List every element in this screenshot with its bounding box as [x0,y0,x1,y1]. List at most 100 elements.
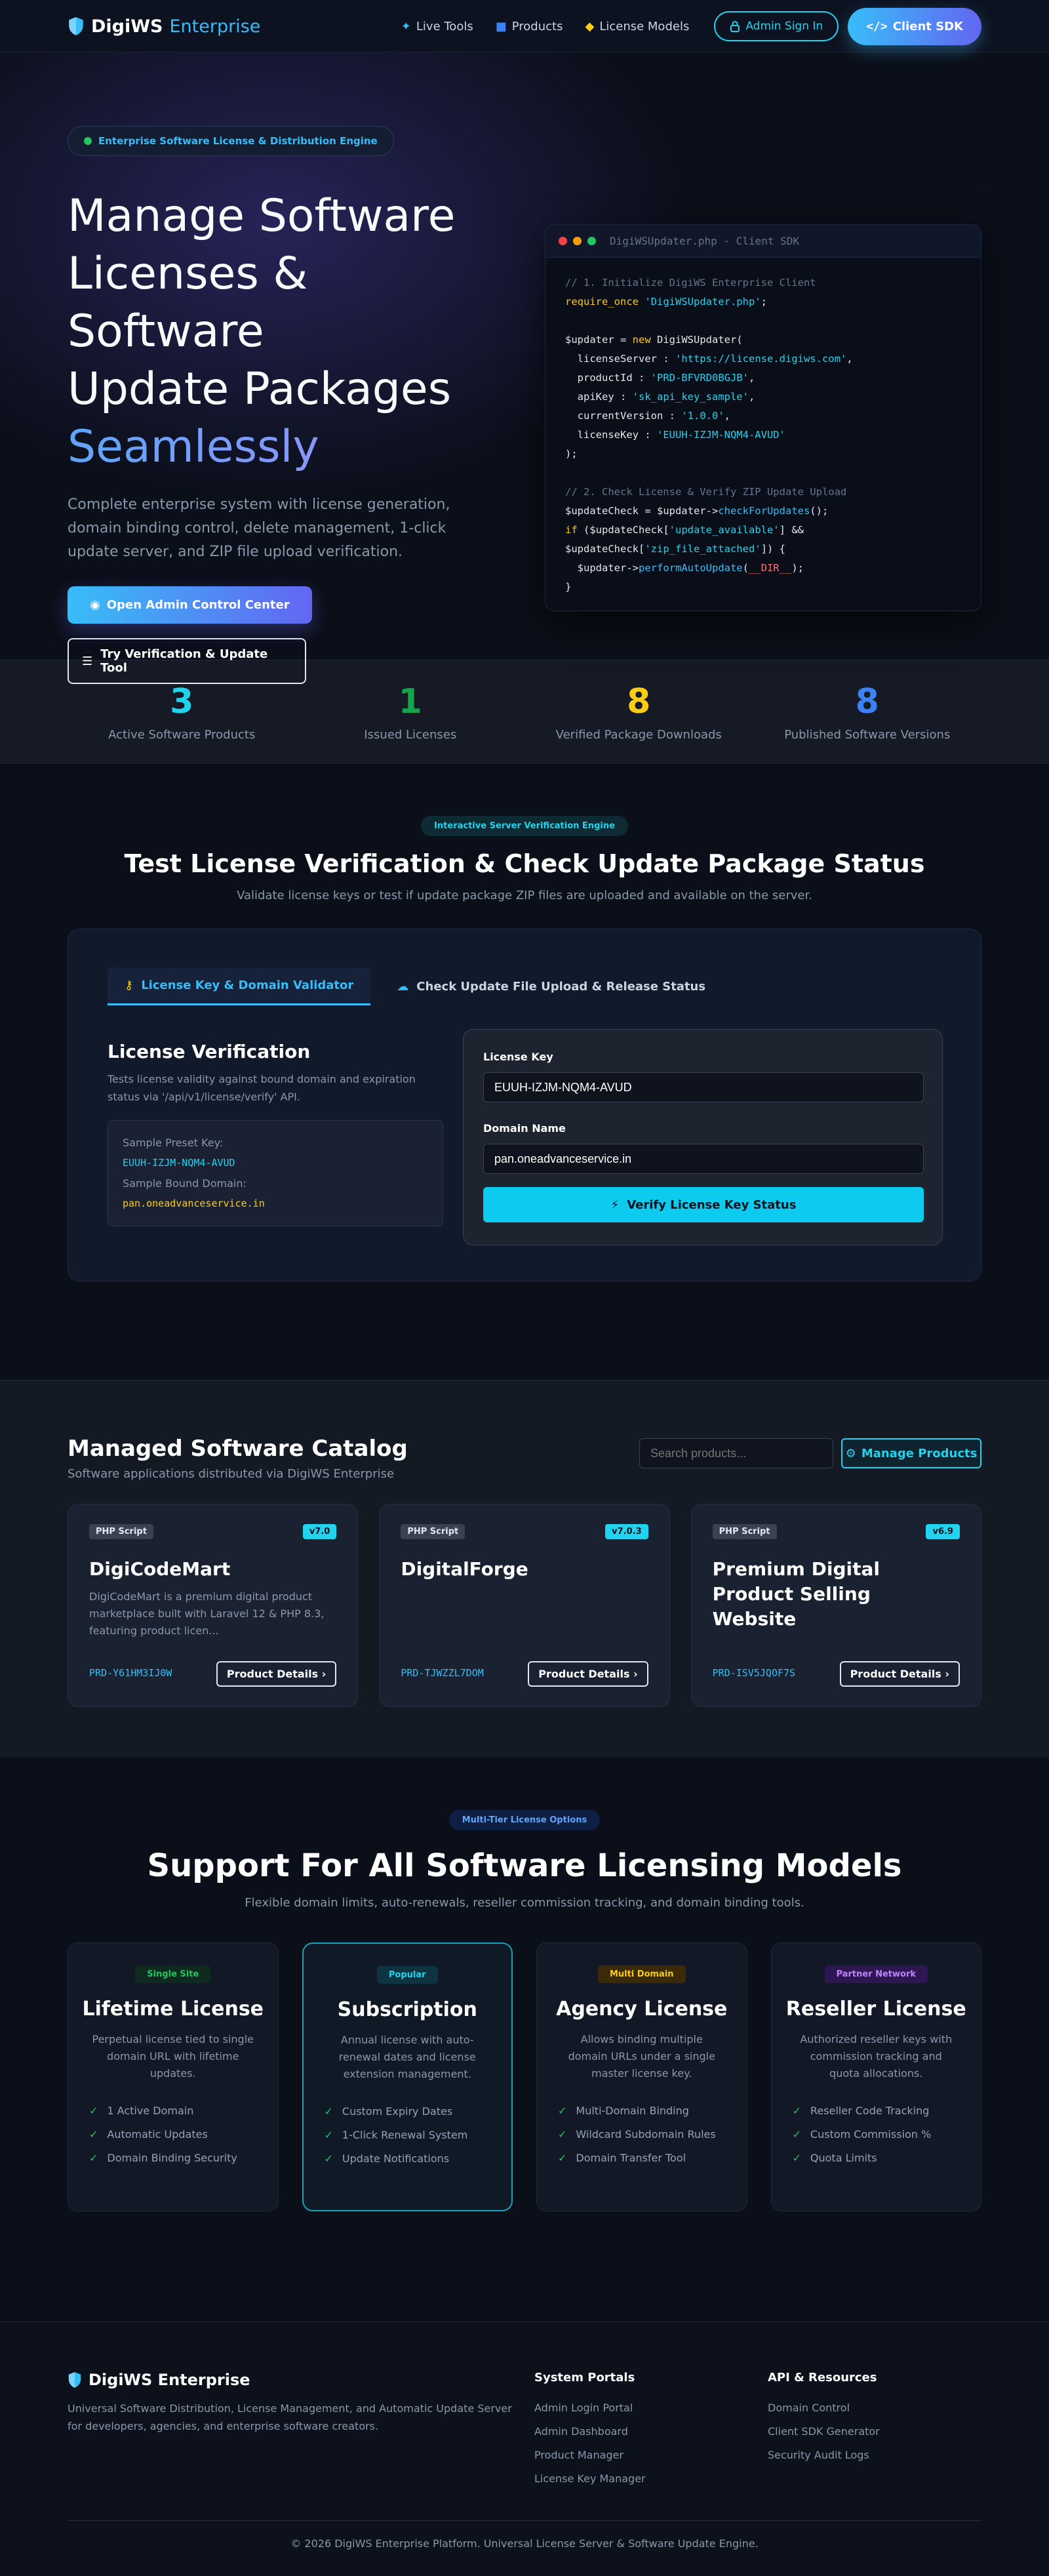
license-key-input[interactable] [483,1072,924,1102]
bolt-icon: ⚡ [610,1197,620,1212]
brand-suffix: Enterprise [169,16,261,37]
code-string: 'DigiWSUpdater.php' [644,296,761,308]
stat-label: Verified Package Downloads [555,727,722,742]
preset-key-value: EUUH-IZJM-NQM4-AVUD [123,1157,235,1169]
code-var: $updater [565,334,614,346]
check-icon: ✓ [89,2104,98,2117]
code-snippet-window: DigiWSUpdater.php - Client SDK // 1. Ini… [545,224,981,611]
nav-link-license-models[interactable]: ◆ License Models [578,14,696,39]
nav-link-products[interactable]: ■ Products [489,14,570,39]
product-details-button[interactable]: Product Details › [216,1661,337,1687]
lock-icon [730,21,740,32]
verify-license-button[interactable]: ⚡ Verify License Key Status [483,1187,924,1222]
plan-feature: ✓ Quota Limits [793,2146,981,2170]
product-id: PRD-Y61HM3IJ0W [89,1667,172,1679]
footer-copyright: © 2026 DigiWS Enterprise Platform. Unive… [290,2537,759,2550]
product-id: PRD-ISV5JQOF7S [712,1667,796,1679]
plan-name: Reseller License [785,1998,966,2021]
check-icon: ✓ [324,2105,333,2118]
brand-logo[interactable]: DigiWS Enterprise [68,16,260,37]
chevron-right-icon: › [633,1668,638,1680]
gear-icon: ⚙ [845,1446,856,1460]
plan-feature: ✓ Update Notifications [325,2147,512,2171]
code-keyword: require_once [565,296,639,308]
stat-label: Active Software Products [108,727,256,742]
stats-bar: 3 Active Software Products 1 Issued Lice… [0,660,1049,763]
plan-name: Lifetime License [82,1998,264,2021]
tab-label: Check Update File Upload & Release Statu… [416,979,706,994]
catalog-subtitle: Software applications distributed via Di… [68,1467,395,1481]
manage-products-button[interactable]: ⚙ Manage Products [841,1438,981,1468]
product-type-badge: PHP Script [89,1524,153,1539]
code-string: 'https://license.digiws.com' [675,353,847,365]
admin-sign-in-button[interactable]: Admin Sign In [714,11,839,41]
plan-badge: Partner Network [824,1965,928,1983]
footer: DigiWS Enterprise Universal Software Dis… [0,2322,1049,2576]
window-close-dot-icon [559,237,567,245]
cloud-upload-icon: ☁ [397,979,409,994]
preset-key-label: Sample Preset Key: [123,1137,224,1149]
plan-feature: ✓ Domain Transfer Tool [558,2146,747,2170]
product-description: DigiCodeMart is a premium digital produc… [89,1590,325,1637]
plan-description: Perpetual license tied to single domain … [92,2033,254,2080]
plan-card-subscription: Popular Subscription Annual license with… [302,1942,513,2211]
product-search-input[interactable] [639,1438,833,1468]
product-details-button[interactable]: Product Details › [839,1661,960,1687]
stat-active-products: 3 Active Software Products [68,660,296,764]
plan-description: Annual license with auto-renewal dates a… [338,2034,476,2080]
footer-divider [68,2520,981,2521]
verification-description: Tests license validity against bound dom… [108,1073,416,1103]
footer-link[interactable]: Admin Login Portal [534,2396,646,2420]
footer-link[interactable]: Product Manager [534,2444,646,2467]
plan-card-lifetime: Single Site Lifetime License Perpetual l… [68,1942,279,2211]
stat-published-versions: 8 Published Software Versions [753,660,982,764]
product-card: PHP Script v6.9 Premium Digital Product … [690,1504,981,1707]
plan-feature-label: 1 Active Domain [107,2104,194,2117]
domain-name-input[interactable] [483,1144,924,1174]
check-icon: ✓ [89,2152,98,2164]
product-details-button[interactable]: Product Details › [528,1661,648,1687]
plan-card-agency: Multi Domain Agency License Allows bindi… [536,1942,747,2211]
window-maximize-dot-icon [587,237,596,245]
tab-update-status[interactable]: ☁ Check Update File Upload & Release Sta… [380,967,722,1005]
tab-license-validator[interactable]: ⚷ License Key & Domain Validator [108,967,371,1005]
section-pill: Multi-Tier License Options [448,1810,601,1830]
section-pill: Interactive Server Verification Engine [421,816,628,836]
plan-feature-label: Multi-Domain Binding [576,2104,689,2117]
hero-description: Complete enterprise system with license … [68,496,450,560]
plan-feature-label: Quota Limits [810,2152,877,2164]
plan-feature-label: 1-Click Renewal System [342,2129,468,2141]
plan-feature-label: Update Notifications [342,2152,450,2165]
hero-badge: Enterprise Software License & Distributi… [68,126,394,156]
stat-label: Published Software Versions [784,727,951,742]
verify-license-label: Verify License Key Status [627,1197,797,1212]
section-title: Support For All Software Licensing Model… [147,1847,902,1884]
product-details-label: Product Details [538,1668,630,1680]
code-key: licenseServer [577,353,657,365]
code-key: apiKey [577,391,614,403]
code-function: checkForUpdates [718,505,810,517]
code-var: $updateCheck [565,505,639,517]
product-name: Premium Digital Product Selling Website [712,1558,880,1630]
plan-name: Agency License [556,1998,728,2021]
footer-brand[interactable]: DigiWS Enterprise [68,2371,526,2389]
footer-link[interactable]: Security Audit Logs [768,2444,880,2467]
footer-link[interactable]: License Key Manager [534,2467,646,2491]
footer-link[interactable]: Admin Dashboard [534,2420,646,2444]
code-comment: // 2. Check License & Verify ZIP Update … [565,486,847,498]
catalog-section: Managed Software Catalog Software applic… [0,1380,1049,1758]
product-version-badge: v6.9 [926,1524,960,1539]
section-subtitle: Validate license keys or test if update … [237,889,812,902]
plan-name: Subscription [337,1998,477,2021]
nav-link-label: Products [511,19,563,33]
footer-link[interactable]: Domain Control [768,2396,880,2420]
code-keyword: new [632,334,651,346]
hero-title-line: Manage Software [68,190,456,242]
nav-link-live-tools[interactable]: ✦ Live Tools [395,14,480,39]
verification-form: License Key Domain Name ⚡ Verify License… [463,1029,943,1245]
hero-section: Enterprise Software License & Distributi… [0,52,1049,684]
code-string: 'EUUH-IZJM-NQM4-AVUD' [657,429,785,441]
footer-link[interactable]: Client SDK Generator [768,2420,880,2444]
open-admin-button[interactable]: ◉ Open Admin Control Center [68,586,312,624]
client-sdk-button[interactable]: </> Client SDK [848,7,981,45]
